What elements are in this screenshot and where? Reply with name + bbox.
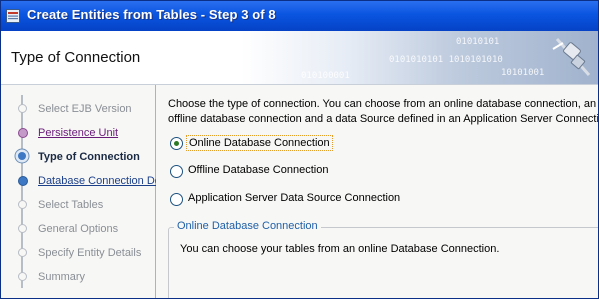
step-specify-entity-details: Specify Entity Details — [1, 243, 155, 263]
step-type-of-connection: Type of Connection — [1, 147, 155, 167]
step-node-icon — [18, 200, 27, 209]
title-bar[interactable]: Create Entities from Tables - Step 3 of … — [1, 1, 598, 31]
description-line: offline database connection and a data S… — [168, 113, 598, 125]
radio-button[interactable] — [170, 193, 183, 206]
step-label-current: Type of Connection — [38, 151, 140, 163]
connection-description: Choose the type of connection. You can c… — [168, 97, 598, 127]
online-connection-group — [168, 227, 598, 298]
step-label: Summary — [38, 271, 86, 283]
wizard-window: Create Entities from Tables - Step 3 of … — [0, 0, 599, 299]
radio-label[interactable]: Online Database Connection — [186, 135, 333, 151]
step-label: Select EJB Version — [38, 103, 132, 115]
radio-label[interactable]: Offline Database Connection — [186, 163, 330, 177]
app-icon — [6, 9, 20, 23]
group-description: You can choose your tables from an onlin… — [180, 243, 500, 255]
step-general-options: General Options — [1, 219, 155, 239]
wizard-steps-sidebar: Select EJB Version Persistence Unit Type… — [1, 85, 180, 298]
step-select-ejb-version: Select EJB Version — [1, 99, 155, 119]
step-database-connection-details[interactable]: Database Connection Details — [1, 171, 180, 191]
step-label: Specify Entity Details — [38, 247, 142, 259]
step-label: General Options — [38, 223, 119, 235]
current-step-icon — [14, 148, 30, 164]
description-line: Choose the type of connection. You can c… — [168, 98, 597, 110]
connection-plug-icon — [552, 38, 591, 76]
step-select-tables: Select Tables — [1, 195, 155, 215]
header-binary-text: 01010101 — [456, 37, 500, 47]
header-binary-text: 0101010101 1010101010 — [389, 55, 503, 65]
step-node-icon — [18, 224, 27, 233]
radio-button[interactable] — [170, 165, 183, 178]
header-binary-text: 010100001 — [301, 71, 350, 81]
step-node-icon — [18, 104, 27, 113]
header-binary-text: 10101001 — [501, 68, 545, 78]
option-online-database[interactable]: Online Database Connection — [170, 135, 370, 153]
wizard-header: 01010101 0101010101 1010101010 10101001 … — [1, 31, 598, 85]
window-title: Create Entities from Tables - Step 3 of … — [27, 7, 276, 22]
option-offline-database[interactable]: Offline Database Connection — [170, 163, 370, 181]
step-node-icon — [18, 176, 28, 186]
page-title: Type of Connection — [11, 49, 141, 66]
step-node-icon — [18, 272, 27, 281]
step-persistence-unit[interactable]: Persistence Unit — [1, 123, 155, 143]
radio-button[interactable] — [170, 137, 183, 150]
step-node-icon — [18, 128, 28, 138]
step-link[interactable]: Persistence Unit — [38, 127, 118, 139]
main-panel: Choose the type of connection. You can c… — [156, 85, 598, 298]
step-summary: Summary — [1, 267, 155, 287]
step-label: Select Tables — [38, 199, 104, 211]
option-app-server-data-source[interactable]: Application Server Data Source Connectio… — [170, 191, 430, 209]
radio-label[interactable]: Application Server Data Source Connectio… — [186, 191, 402, 205]
step-node-icon — [18, 248, 27, 257]
group-title: Online Database Connection — [174, 220, 321, 232]
